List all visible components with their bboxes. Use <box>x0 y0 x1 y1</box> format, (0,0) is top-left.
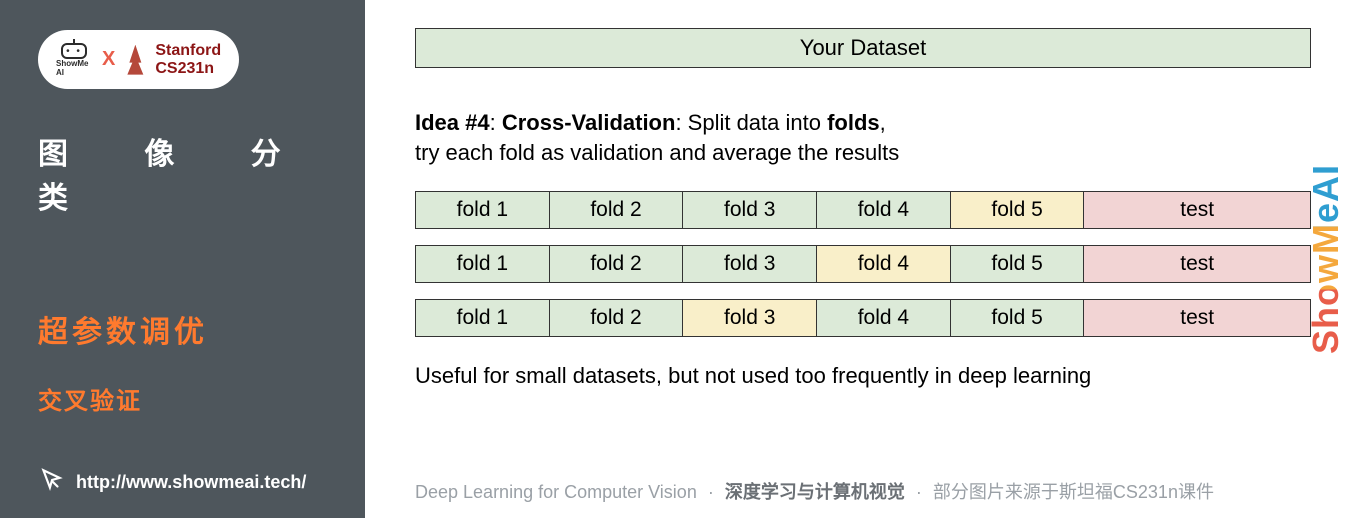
stanford-line2: CS231n <box>155 60 221 78</box>
fold-cell: fold 5 <box>951 246 1085 282</box>
bottom-note: Useful for small datasets, but not used … <box>415 363 1311 389</box>
idea-strong2: Cross-Validation <box>502 110 676 135</box>
fold-row-1: fold 1fold 2fold 3fold 4fold 5test <box>415 191 1311 229</box>
fold-row-3: fold 1fold 2fold 3fold 4fold 5test <box>415 299 1311 337</box>
fold-cell: fold 1 <box>416 246 550 282</box>
test-cell: test <box>1084 246 1310 282</box>
sidebar: ShowMe AI X Stanford CS231n 图 像 分 类 超参数调… <box>0 0 365 518</box>
footer: Deep Learning for Computer Vision · 深度学习… <box>415 478 1311 504</box>
fold-cell: fold 3 <box>683 300 817 336</box>
fold-cell: fold 5 <box>951 192 1085 228</box>
fold-cell: fold 2 <box>550 300 684 336</box>
fold-cell: fold 5 <box>951 300 1085 336</box>
fold-cell: fold 2 <box>550 246 684 282</box>
separator-x: X <box>102 48 115 71</box>
footer-part2: 深度学习与计算机视觉 <box>725 482 905 502</box>
folds-wrap: fold 1fold 2fold 3fold 4fold 5test fold … <box>415 191 1311 337</box>
idea-tail: , <box>880 110 886 135</box>
dataset-bar: Your Dataset <box>415 28 1311 68</box>
section-title: 超参数调优 <box>38 307 327 351</box>
stanford-tree-icon <box>125 45 145 75</box>
fold-cell: fold 1 <box>416 300 550 336</box>
section-subtitle: 交叉验证 <box>38 381 327 416</box>
url-text: http://www.showmeai.tech/ <box>76 472 306 493</box>
topic-title: 图 像 分 类 <box>38 129 327 217</box>
fold-cell: fold 4 <box>817 300 951 336</box>
idea-strong3: folds <box>827 110 880 135</box>
main-content: ShowMeAI Your Dataset Idea #4: Cross-Val… <box>365 0 1361 518</box>
fold-cell: fold 3 <box>683 192 817 228</box>
stanford-line1: Stanford <box>155 42 221 60</box>
footer-dot2: · <box>916 482 922 502</box>
fold-cell: fold 3 <box>683 246 817 282</box>
showmeai-label: ShowMe AI <box>56 59 92 77</box>
logo-pill: ShowMe AI X Stanford CS231n <box>38 30 239 89</box>
idea-colon1: : <box>490 110 502 135</box>
url-row: http://www.showmeai.tech/ <box>38 467 306 498</box>
fold-cell: fold 4 <box>817 192 951 228</box>
fold-cell: fold 2 <box>550 192 684 228</box>
idea-text: Idea #4: Cross-Validation: Split data in… <box>415 108 1311 167</box>
idea-mid: : Split data into <box>675 110 827 135</box>
fold-cell: fold 4 <box>817 246 951 282</box>
watermark: ShowMeAI <box>1305 164 1347 354</box>
stanford-label: Stanford CS231n <box>155 42 221 77</box>
test-cell: test <box>1084 192 1310 228</box>
test-cell: test <box>1084 300 1310 336</box>
footer-part3: 部分图片来源于斯坦福CS231n课件 <box>933 482 1214 502</box>
footer-dot1: · <box>708 482 714 502</box>
showmeai-icon: ShowMe AI <box>56 43 92 77</box>
fold-cell: fold 1 <box>416 192 550 228</box>
footer-part1: Deep Learning for Computer Vision <box>415 482 697 502</box>
idea-strong1: Idea #4 <box>415 110 490 135</box>
idea-line2: try each fold as validation and average … <box>415 140 899 165</box>
fold-row-2: fold 1fold 2fold 3fold 4fold 5test <box>415 245 1311 283</box>
cursor-icon <box>38 467 64 498</box>
